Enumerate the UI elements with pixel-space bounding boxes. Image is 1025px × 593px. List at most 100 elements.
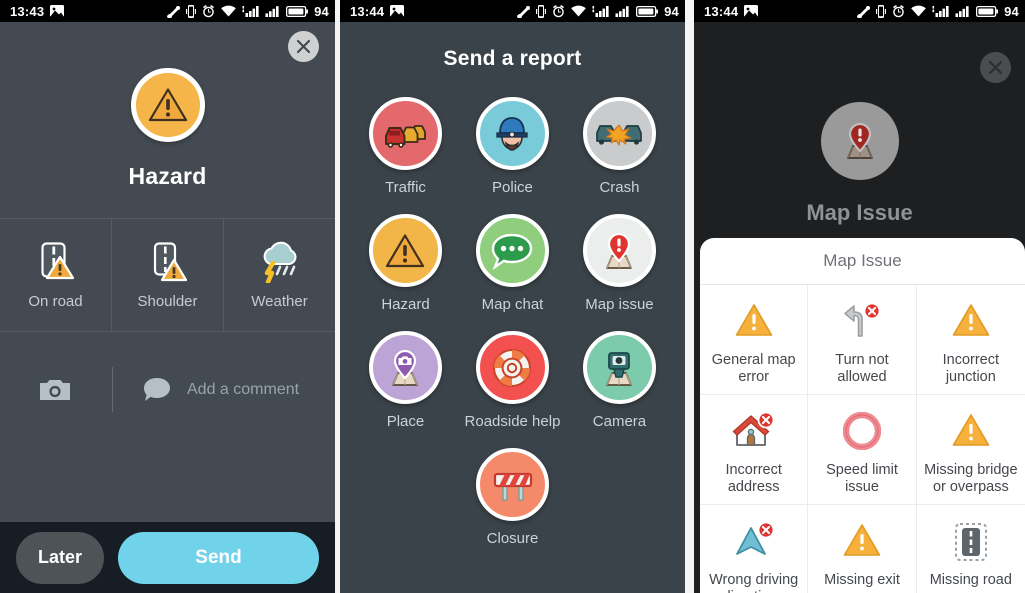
traffic-cars-icon [385, 124, 427, 148]
cast-icon [856, 5, 871, 18]
speed-camera-icon [606, 351, 633, 386]
subtype-label: On road [28, 292, 83, 310]
battery-percent: 94 [314, 3, 329, 19]
subtype-weather[interactable]: Weather [224, 219, 335, 331]
status-time: 13:44 [350, 3, 385, 19]
map-issue-label: Incorrect junction [942, 352, 1000, 385]
status-time: 13:44 [704, 3, 739, 19]
map-issue-label: Turn not allowed [835, 352, 889, 385]
subtype-on-road[interactable]: On road [0, 219, 112, 331]
icon-wrap [731, 522, 777, 568]
map-issue-grid: General map error Turn not allowed Incor… [700, 284, 1025, 593]
map-issue-label: Wrong driving directions [709, 572, 799, 593]
report-item-hazard[interactable]: Hazard [352, 214, 459, 313]
map-issue-label: Missing road [929, 572, 1012, 588]
map-issue-speed-limit[interactable]: Speed limit issue [808, 395, 917, 505]
page-title: Map Issue [806, 200, 913, 225]
report-item-police[interactable]: Police [459, 97, 566, 196]
alarm-icon [552, 4, 565, 18]
close-icon [296, 39, 311, 54]
report-icon-wrap [475, 331, 549, 404]
shoulder-hazard-icon [153, 241, 187, 281]
signal-sim1-icon [932, 5, 949, 17]
map-issue-turn-not-allowed[interactable]: Turn not allowed [808, 285, 917, 395]
road-hazard-icon [40, 241, 74, 279]
status-bar: 13:44 94 [694, 0, 1025, 22]
report-item-map-chat[interactable]: Map chat [459, 214, 566, 313]
comment-input[interactable]: Add a comment [187, 381, 299, 399]
hazard-triangle-icon [148, 88, 187, 122]
map-pin-alert-icon [846, 122, 873, 159]
battery-icon [286, 5, 309, 17]
report-label: Camera [592, 413, 647, 430]
battery-icon [976, 5, 999, 17]
report-item-closure[interactable]: Closure [352, 448, 673, 547]
report-item-map-issue[interactable]: Map issue [566, 214, 673, 313]
icon-wrap [951, 412, 991, 458]
report-type-grid: Traffic Police Crash Hazard Map chat Map… [340, 79, 685, 547]
subtype-label: Shoulder [137, 292, 198, 310]
speed-limit-circle-icon [842, 412, 881, 450]
report-item-crash[interactable]: Crash [566, 97, 673, 196]
icon-wrap [953, 522, 989, 568]
wifi-icon [221, 5, 236, 17]
screenshot-panels: 13:43 94 Hazard On road Shoulder Weather… [0, 0, 1025, 593]
map-issue-incorrect-junction[interactable]: Incorrect junction [916, 285, 1025, 395]
report-label: Closure [486, 530, 539, 547]
comment-bubble-icon [144, 378, 170, 401]
chat-bubble-icon [492, 233, 533, 270]
battery-icon [636, 5, 659, 17]
report-icon-wrap [475, 97, 549, 170]
report-item-roadside-help[interactable]: Roadside help [459, 331, 566, 430]
turn-arrow-blocked-icon [844, 302, 881, 337]
map-issue-badge [820, 102, 899, 180]
map-issue-missing-road[interactable]: Missing road [917, 505, 1025, 593]
cast-icon [516, 5, 531, 18]
hazard-triangle-icon [386, 233, 425, 267]
report-icon-wrap [475, 214, 549, 287]
crash-cars-icon [596, 123, 643, 146]
report-item-traffic[interactable]: Traffic [352, 97, 459, 196]
map-issue-sheet: Map Issue General map error Turn not all… [700, 238, 1025, 593]
close-button[interactable] [288, 31, 319, 62]
report-icon-wrap [368, 97, 442, 170]
hazard-badge [130, 68, 205, 142]
house-blocked-icon [732, 412, 775, 446]
send-button[interactable]: Send [118, 531, 319, 584]
report-item-place[interactable]: Place [352, 331, 459, 430]
map-issue-missing-bridge[interactable]: Missing bridge or overpass [916, 395, 1025, 505]
icon-wrap [842, 412, 881, 458]
dimmed-header: Map Issue [694, 22, 1025, 262]
later-button[interactable]: Later [16, 531, 104, 584]
page-title: Send a report [443, 47, 582, 70]
weather-storm-icon [263, 241, 296, 283]
map-issue-wrong-driving-directions[interactable]: Wrong driving directions [700, 505, 809, 593]
report-label: Map issue [585, 296, 654, 313]
signal-sim1-icon [242, 5, 259, 17]
alarm-icon [202, 4, 215, 18]
map-issue-label: Speed limit issue [826, 462, 898, 495]
report-icon-wrap [476, 448, 549, 521]
warning-triangle-icon [843, 524, 881, 556]
report-icon-wrap [368, 214, 442, 287]
attach-photo-button[interactable] [40, 378, 100, 402]
report-item-camera[interactable]: Camera [566, 331, 673, 430]
hazard-subtype-row: On road Shoulder Weather [0, 218, 335, 332]
vibrate-icon [186, 4, 197, 18]
status-bar: 13:43 94 [0, 0, 335, 22]
camera-icon [40, 379, 70, 400]
vibrate-icon [876, 4, 887, 18]
page-title: Hazard [128, 163, 207, 189]
map-issue-missing-exit[interactable]: Missing exit [808, 505, 917, 593]
battery-percent: 94 [664, 3, 679, 19]
report-icon-wrap [368, 331, 442, 404]
map-issue-general-map-error[interactable]: General map error [700, 285, 809, 395]
subtype-shoulder[interactable]: Shoulder [112, 219, 224, 331]
close-icon [988, 60, 1003, 75]
map-issue-incorrect-address[interactable]: Incorrect address [700, 395, 809, 505]
navigation-arrow-blocked-icon [735, 522, 775, 555]
screen-send-a-report: 13:44 94 Send a report Traffic Police Cr… [340, 0, 685, 593]
close-button[interactable] [980, 52, 1011, 83]
cast-icon [166, 5, 181, 18]
map-issue-label: General map error [711, 352, 796, 385]
